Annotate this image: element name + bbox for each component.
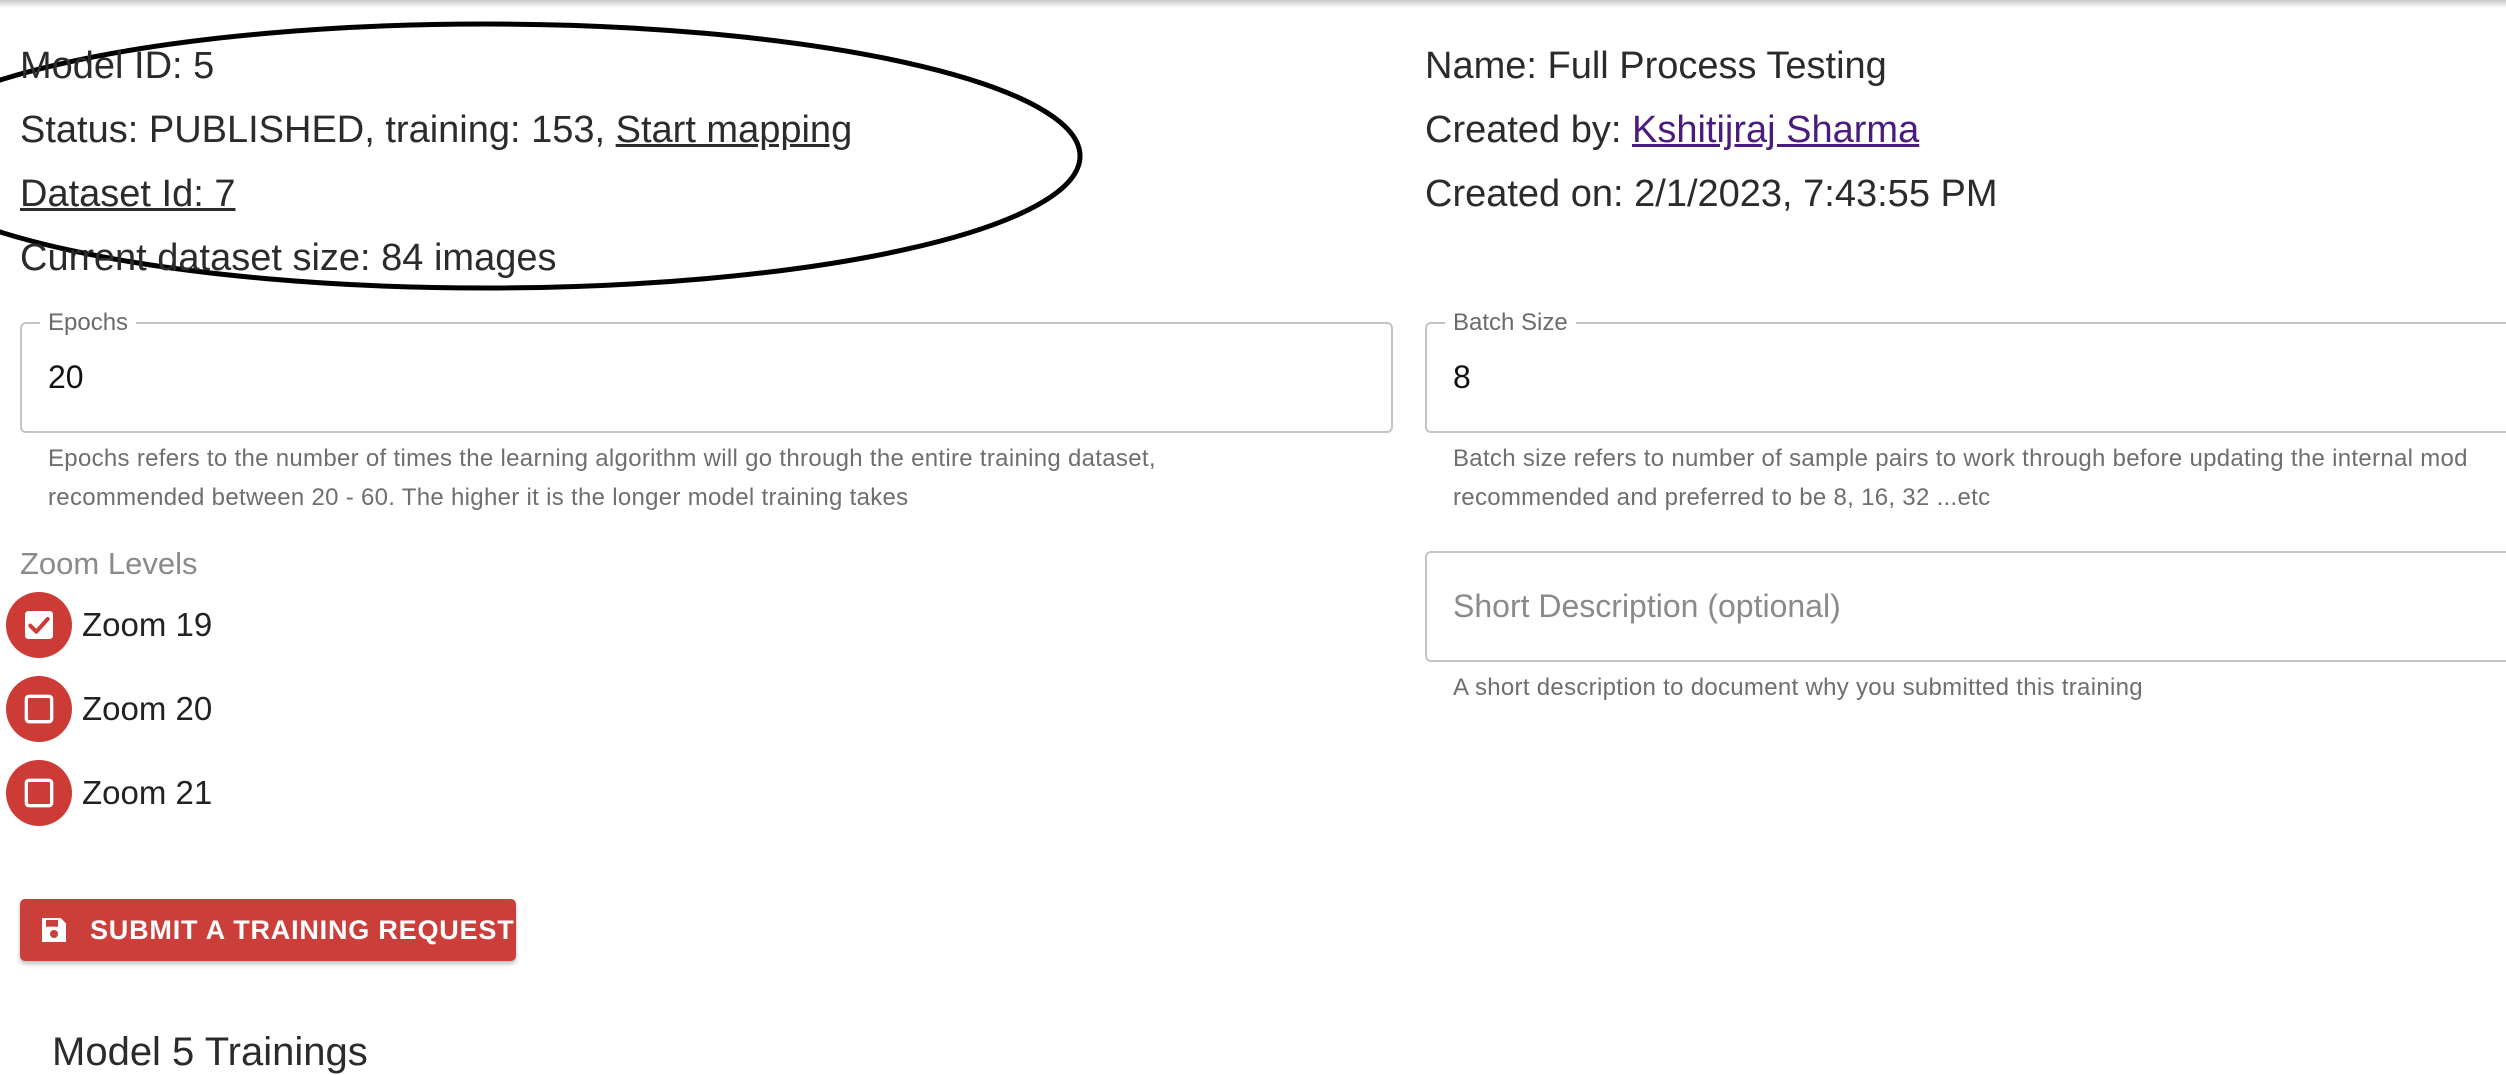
zoom-19-checkbox[interactable]: Zoom 19 xyxy=(6,590,212,660)
zoom-19-label: Zoom 19 xyxy=(82,606,213,643)
dataset-size: Current dataset size: 84 images xyxy=(20,237,557,279)
batch-size-value[interactable]: 8 xyxy=(1453,324,1471,431)
trainings-section-title: Model 5 Trainings xyxy=(52,1030,368,1074)
created-by-link[interactable]: Kshitijraj Sharma xyxy=(1632,109,1919,151)
checkbox-unchecked-icon[interactable] xyxy=(6,676,72,742)
zoom-20-label: Zoom 20 xyxy=(82,690,213,727)
model-status: Status: PUBLISHED, training: 153, Start … xyxy=(20,107,852,153)
start-mapping-link[interactable]: Start mapping xyxy=(616,109,853,151)
created-by: Created by: Kshitijraj Sharma xyxy=(1425,107,1919,153)
model-id: Model ID: 5 xyxy=(20,45,215,87)
checkbox-unchecked-icon[interactable] xyxy=(6,760,72,826)
short-description-helper: A short description to document why you … xyxy=(1453,674,2143,701)
app-bar-shadow xyxy=(0,0,2506,8)
batch-size-field[interactable]: Batch Size 8 xyxy=(1425,309,2506,433)
zoom-levels-title: Zoom Levels xyxy=(20,546,198,581)
model-name: Name: Full Process Testing xyxy=(1425,45,1887,87)
created-by-label: Created by: xyxy=(1425,109,1632,151)
submit-training-button[interactable]: SUBMIT A TRAINING REQUEST xyxy=(20,899,516,961)
short-description-input[interactable]: Short Description (optional) xyxy=(1425,551,2506,662)
created-on: Created on: 2/1/2023, 7:43:55 PM xyxy=(1425,173,1998,215)
save-icon xyxy=(42,918,66,942)
dataset-id-link[interactable]: Dataset Id: 7 xyxy=(20,171,235,217)
short-description-placeholder[interactable]: Short Description (optional) xyxy=(1453,553,1841,660)
zoom-20-checkbox[interactable]: Zoom 20 xyxy=(6,674,212,744)
epochs-helper: Epochs refers to the number of times the… xyxy=(48,439,1156,517)
zoom-21-checkbox[interactable]: Zoom 21 xyxy=(6,758,212,828)
batch-size-helper-line1: Batch size refers to number of sample pa… xyxy=(1453,445,2468,472)
status-text: Status: PUBLISHED, training: 153, xyxy=(20,109,616,151)
checkbox-checked-icon[interactable] xyxy=(6,592,72,658)
submit-training-label: SUBMIT A TRAINING REQUEST xyxy=(90,914,515,945)
epochs-helper-line1: Epochs refers to the number of times the… xyxy=(48,445,1156,472)
zoom-21-label: Zoom 21 xyxy=(82,774,213,811)
batch-size-helper-line2: recommended and preferred to be 8, 16, 3… xyxy=(1453,484,1991,511)
epochs-field[interactable]: Epochs 20 xyxy=(20,309,1393,433)
epochs-helper-line2: recommended between 20 - 60. The higher … xyxy=(48,484,909,511)
epochs-value[interactable]: 20 xyxy=(48,324,84,431)
batch-size-helper: Batch size refers to number of sample pa… xyxy=(1453,439,2468,517)
